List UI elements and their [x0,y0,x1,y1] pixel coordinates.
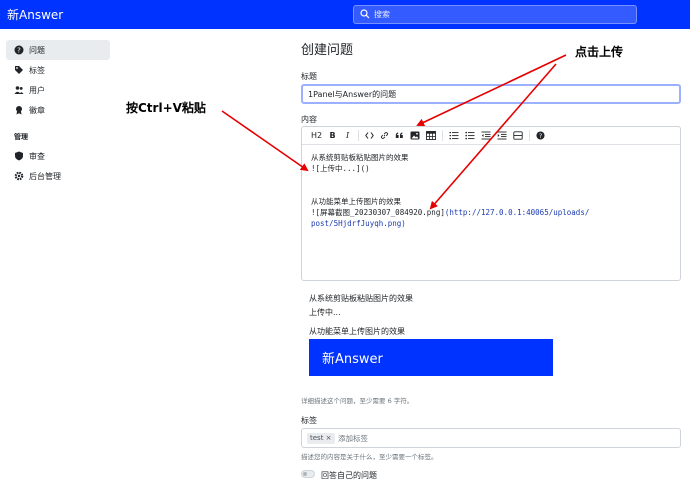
image-upload-button[interactable] [410,131,420,140]
italic-button[interactable]: I [343,131,352,140]
search-input[interactable] [374,7,629,22]
toolbar-divider [358,130,360,141]
unordered-list-button[interactable] [465,131,475,140]
link-icon [381,132,389,139]
arrow-to-editor-line [221,110,309,172]
people-icon [14,86,24,94]
tag-chip[interactable]: test × [307,433,335,444]
gear-icon [14,171,24,181]
toolbar-divider [442,130,444,141]
tags-icon [15,66,23,74]
editor-line: 从功能菜单上传图片的效果 [311,197,401,206]
indent-button[interactable] [497,131,507,140]
sidebar-item-label: 标签 [29,65,45,75]
outdent-button[interactable] [481,131,491,140]
image-url-continued: post/5HjdrfJuyqh.png) [311,219,406,228]
editor-line: ![上传中...]() [311,164,370,173]
annotation-click-upload: 点击上传 [575,45,624,59]
sidebar-item-badges[interactable]: 徽章 [6,100,110,120]
ordered-list-icon [449,132,459,140]
sidebar-item-review[interactable]: 审查 [6,146,110,166]
title-input[interactable] [301,84,681,104]
shield-icon [15,151,23,161]
admin-heading: 管理 [14,133,28,141]
sidebar: ? 问题 标签 用户 徽章 管理 审查 后台管理 [6,40,110,186]
title-label: 标题 [301,72,317,81]
content-label: 内容 [301,115,317,124]
page-title: 创建问题 [301,43,354,58]
sidebar-item-tags[interactable]: 标签 [6,60,110,80]
toolbar-divider [529,130,531,141]
code-button[interactable] [365,131,374,140]
content-hint: 详细描述这个问题，至少需要 6 字符。 [301,397,414,405]
preview-image: 新Answer [309,339,553,376]
help-icon: ? [536,131,545,140]
ordered-list-button[interactable] [449,131,459,140]
code-icon [365,132,374,139]
search-box[interactable] [353,5,637,24]
sidebar-item-label: 后台管理 [29,171,61,181]
sidebar-item-questions[interactable]: ? 问题 [6,40,110,60]
editor-toolbar: H2 B I ? [302,127,680,145]
top-navbar: 新Answer [0,0,690,29]
heading-button[interactable]: H2 [311,131,322,140]
image-url: (http://127.0.0.1:40065/uploads/ [444,208,590,217]
add-tag-input[interactable]: 添加标签 [338,433,368,444]
svg-text:?: ? [539,133,542,140]
search-icon [360,9,370,19]
sidebar-item-users[interactable]: 用户 [6,80,110,100]
horizontal-rule-icon [513,131,523,140]
sidebar-item-label: 用户 [29,85,45,95]
horizontal-rule-button[interactable] [513,131,523,140]
svg-text:?: ? [17,47,21,55]
blockquote-button[interactable] [395,131,404,140]
image-icon [410,131,420,140]
sidebar-item-label: 问题 [29,45,45,55]
answer-own-label: 回答自己的问题 [321,471,377,480]
preview-line: 从功能菜单上传图片的效果 [309,327,405,336]
tags-label: 标签 [301,416,317,425]
editor-line-image-markdown: ![屏幕截图_20230307_084920.png](http://127.0… [311,207,671,218]
preview-line: 从系统剪贴板粘贴图片的效果 [309,294,413,303]
tags-hint: 描述您的内容是关于什么，至少需要一个标签。 [301,453,438,461]
sidebar-item-label: 审查 [29,151,45,161]
unordered-list-icon [465,131,475,140]
question-circle-icon: ? [14,45,24,55]
bold-button[interactable]: B [328,131,337,140]
award-icon [16,106,22,115]
link-button[interactable] [380,131,389,140]
editor-line: 从系统剪贴板粘贴图片的效果 [311,153,409,162]
preview-image-text: 新Answer [322,352,383,367]
markdown-editor[interactable]: H2 B I ? 从系统剪贴板粘贴图片的效果 ![上传中...]() 从功能菜单… [301,126,681,281]
brand-logo[interactable]: 新Answer [7,6,63,23]
answer-own-toggle[interactable] [301,470,315,478]
editor-textarea[interactable]: 从系统剪贴板粘贴图片的效果 ![上传中...]() 从功能菜单上传图片的效果 !… [311,152,671,229]
annotation-ctrl-v: 按Ctrl+V粘贴 [126,101,206,115]
outdent-icon [481,131,491,140]
help-button[interactable]: ? [536,131,545,140]
quote-icon [395,132,403,138]
preview-line: 上传中... [309,308,341,317]
tags-input[interactable]: test × 添加标签 [301,428,681,448]
table-icon [426,131,437,140]
image-alt-text: ![屏幕截图_20230307_084920.png] [311,208,445,217]
table-button[interactable] [426,131,437,140]
sidebar-item-admin[interactable]: 后台管理 [6,166,110,186]
indent-icon [497,131,507,140]
sidebar-item-label: 徽章 [29,105,45,115]
